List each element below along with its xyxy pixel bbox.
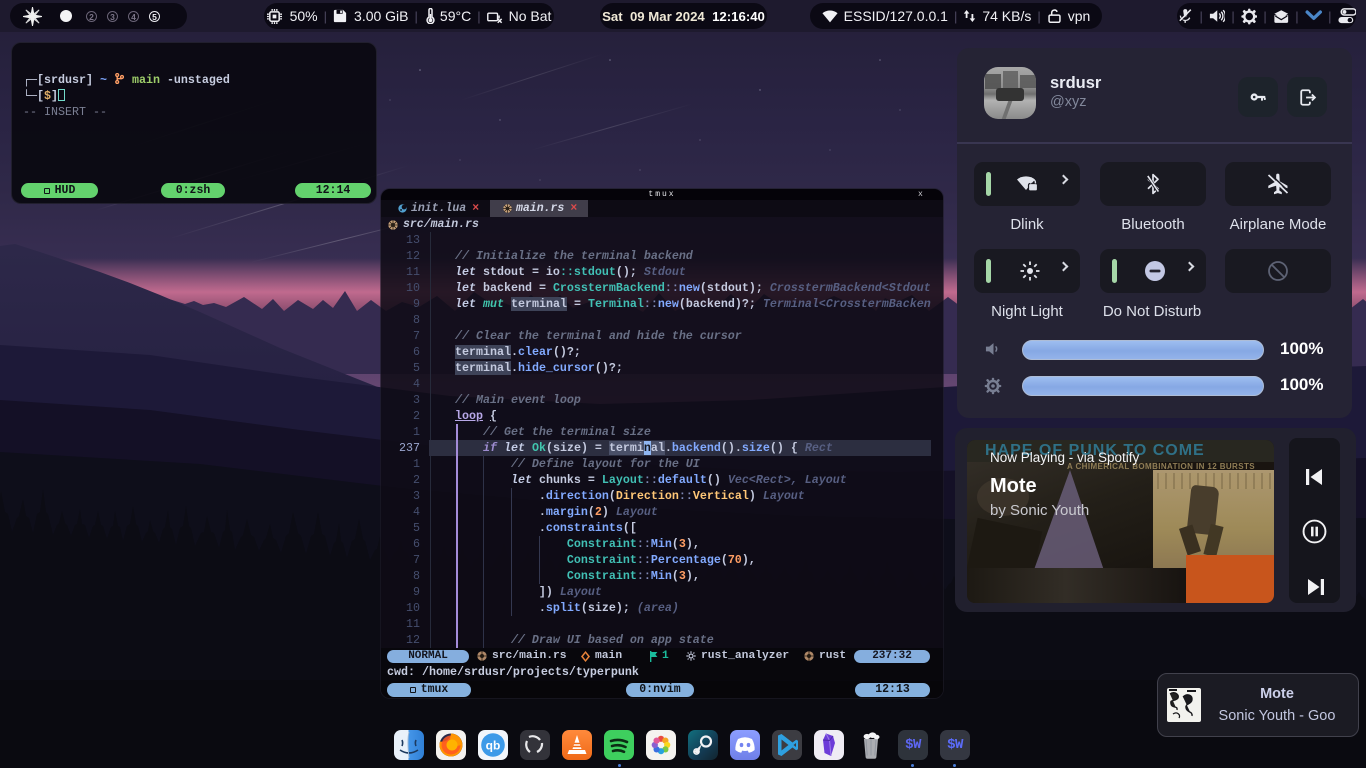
- svg-text:qb: qb: [486, 739, 501, 753]
